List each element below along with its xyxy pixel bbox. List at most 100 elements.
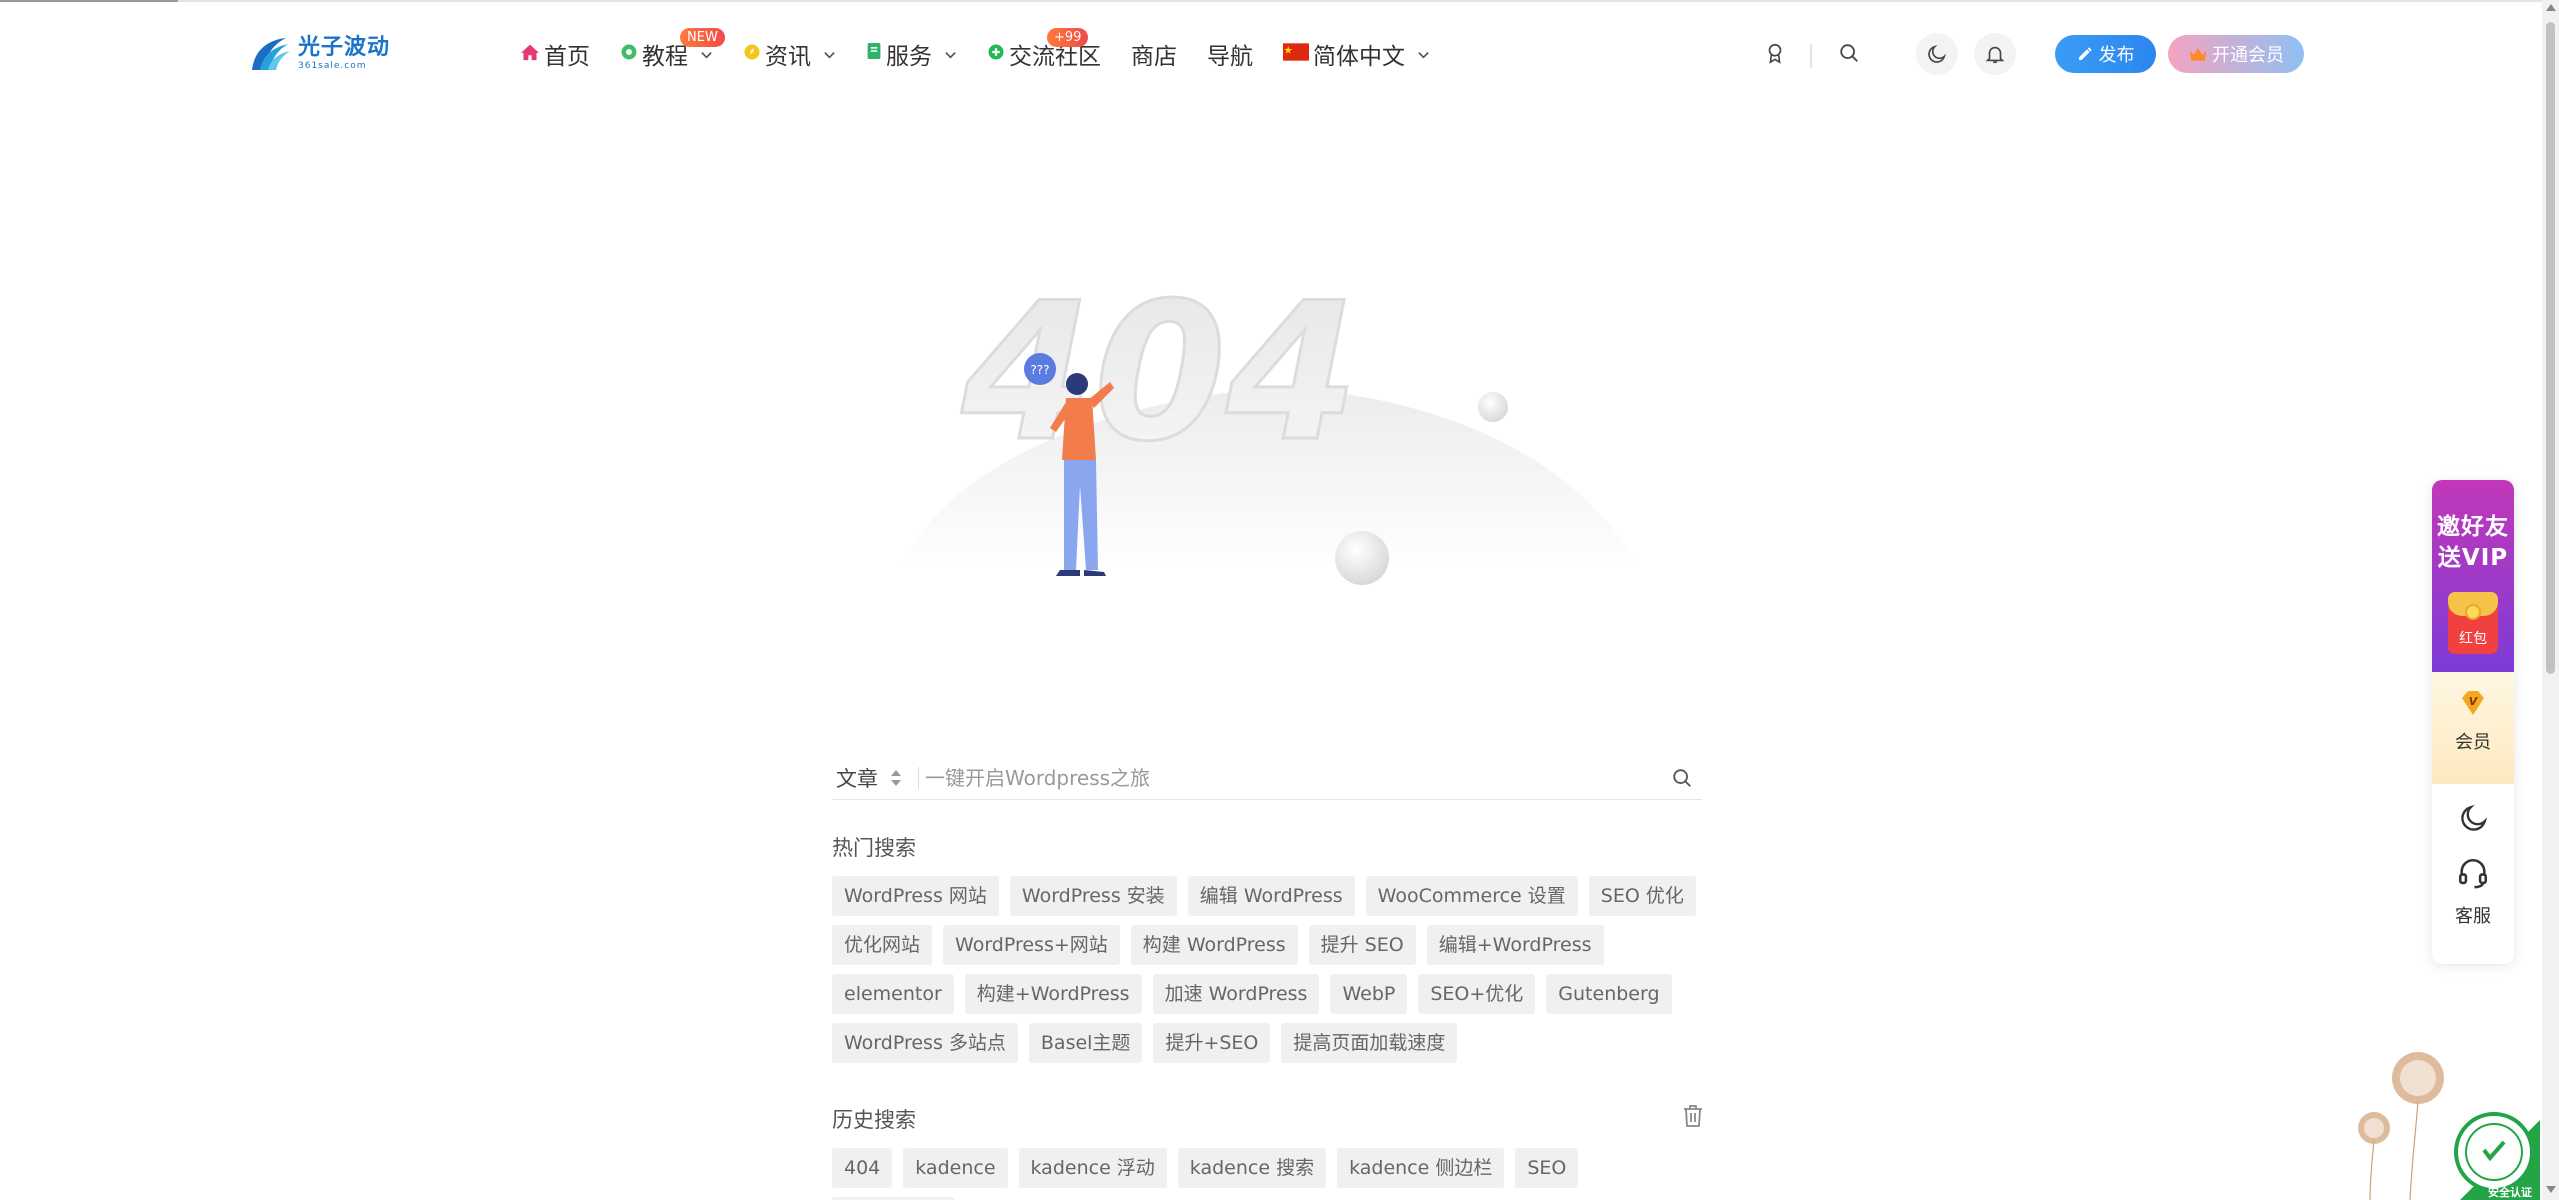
customer-service-label: 客服 xyxy=(2455,906,2491,927)
notifications-button[interactable] xyxy=(1974,33,2016,75)
search-tag[interactable]: 404 xyxy=(832,1148,893,1188)
crown-icon xyxy=(2189,48,2207,61)
search-icon xyxy=(1673,768,1691,787)
site-header: 光子波动 361sale.com 首页 教程 NEW 资讯 服务 交流社区 +99 商店 导航 简… xyxy=(0,2,2540,102)
search-tag[interactable]: WordPress 多站点 xyxy=(832,1023,1018,1063)
nav-badge: NEW xyxy=(680,28,725,47)
search-tag[interactable]: SEO xyxy=(1515,1148,1579,1188)
search-tag[interactable]: 提升+SEO xyxy=(1153,1023,1271,1063)
search-tag[interactable]: WordPress+网站 xyxy=(943,925,1120,965)
publish-button[interactable]: 发布 xyxy=(2055,35,2156,73)
nav-item-4[interactable]: 交流社区 +99 xyxy=(987,28,1101,71)
nav-item-label: 首页 xyxy=(544,44,590,70)
member-label: 会员 xyxy=(2455,732,2491,753)
hot-search-tags: WordPress 网站 WordPress 安装 编辑 WordPress WooC… xyxy=(832,876,1712,1063)
scrollbar-thumb[interactable] xyxy=(2546,22,2555,674)
hot-search-title: 热门搜索 xyxy=(832,836,916,860)
chevron-down-icon xyxy=(1405,41,1430,67)
red-envelope-label: 红包 xyxy=(2459,631,2487,647)
search-tag[interactable]: kadence 搜索 xyxy=(1177,1148,1327,1188)
nav-item-6[interactable]: 导航 xyxy=(1207,37,1253,71)
vip-gem-icon: V xyxy=(2462,691,2484,715)
search-tag[interactable]: 优化网站 xyxy=(832,925,933,965)
open-vip-button[interactable]: 开通会员 xyxy=(2168,35,2304,73)
scroll-up-arrow[interactable] xyxy=(2546,4,2556,11)
floating-side-panel: 邀好友送VIP 红包 V 会员 客服 xyxy=(2432,480,2514,964)
nav-item-2[interactable]: 资讯 xyxy=(743,37,836,71)
main-nav: 首页 教程 NEW 资讯 服务 交流社区 +99 商店 导航 简体中文 xyxy=(520,28,1460,74)
sort-arrows-icon xyxy=(891,769,901,786)
pencil-icon xyxy=(2078,47,2092,60)
theme-toggle-button[interactable] xyxy=(2458,802,2490,834)
search-input[interactable] xyxy=(925,765,1662,790)
search-type-label: 文章 xyxy=(836,766,878,791)
search-tag[interactable]: 加速 WordPress xyxy=(1152,974,1320,1014)
small-sphere xyxy=(1478,392,1508,422)
search-tag[interactable]: WordPress 安装 xyxy=(1009,876,1177,916)
large-sphere xyxy=(1335,531,1389,585)
scroll-down-arrow[interactable] xyxy=(2546,1186,2556,1193)
logo-mark-icon xyxy=(252,38,290,70)
dark-mode-toggle[interactable] xyxy=(1916,33,1958,75)
trash-icon xyxy=(1684,1105,1702,1127)
nav-item-label: 简体中文 xyxy=(1313,44,1405,70)
bell-icon xyxy=(1985,46,2005,64)
search-tag[interactable]: kadence 浮动 xyxy=(1018,1148,1167,1188)
badge-medal-icon[interactable] xyxy=(1760,38,1790,68)
search-tag[interactable]: kadence 侧边栏 xyxy=(1337,1148,1505,1188)
header-divider xyxy=(1810,44,1812,68)
nav-item-5[interactable]: 商店 xyxy=(1131,37,1177,71)
history-search-tags: 404 kadence kadence 浮动 kadence 搜索 kadence 侧边… xyxy=(832,1148,1712,1200)
search-tag[interactable]: kadence xyxy=(903,1148,1008,1188)
red-envelope-icon: 红包 xyxy=(2448,592,2498,654)
page-scrollbar[interactable] xyxy=(2542,0,2559,1200)
security-certification-seal[interactable]: 安全认证 xyxy=(2440,1100,2540,1200)
nav-item-7[interactable]: 简体中文 xyxy=(1283,37,1430,71)
chevron-down-icon xyxy=(932,41,957,67)
search-tag[interactable]: 编辑 WordPress xyxy=(1187,876,1355,916)
search-tag[interactable]: WooCommerce 设置 xyxy=(1365,876,1578,916)
moon-icon xyxy=(1928,44,1947,63)
nav-item-1[interactable]: 教程 NEW xyxy=(620,28,725,71)
nav-item-0[interactable]: 首页 xyxy=(520,37,590,71)
search-submit-button[interactable] xyxy=(1662,758,1702,798)
open-vip-label: 开通会员 xyxy=(2212,45,2284,66)
search-tag[interactable]: WordPress 网站 xyxy=(832,876,999,916)
search-bar: 文章 xyxy=(832,756,1702,800)
search-type-select[interactable]: 文章 xyxy=(832,763,912,793)
search-tag[interactable]: 构建 WordPress xyxy=(1130,925,1298,965)
member-button[interactable]: V 会员 xyxy=(2432,672,2514,784)
logo-name: 光子波动 xyxy=(298,35,391,60)
clear-history-button[interactable] xyxy=(1682,1104,1706,1130)
search-tag[interactable]: elementor xyxy=(832,974,954,1014)
headset-icon xyxy=(2458,859,2488,889)
invite-line-1: 邀好友 xyxy=(2437,514,2509,540)
nav-badge: +99 xyxy=(1047,28,1089,47)
search-tag[interactable]: Basel主题 xyxy=(1028,1023,1143,1063)
search-tag[interactable]: 编辑+WordPress xyxy=(1426,925,1604,965)
search-tag[interactable]: 构建+WordPress xyxy=(964,974,1142,1014)
nav-item-3[interactable]: 服务 xyxy=(866,37,957,71)
search-tag[interactable]: 提高页面加载速度 xyxy=(1281,1023,1458,1063)
search-tag[interactable]: SEO 优化 xyxy=(1588,876,1696,916)
search-tag[interactable]: Gutenberg xyxy=(1546,974,1672,1014)
china-flag-icon xyxy=(1283,41,1309,67)
nav-item-label: 导航 xyxy=(1207,44,1253,70)
error-code: 404 xyxy=(961,270,1359,483)
seal-label: 安全认证 xyxy=(2488,1186,2532,1199)
invite-line-2: 送VIP xyxy=(2437,545,2509,571)
search-tag[interactable]: SEO+优化 xyxy=(1418,974,1536,1014)
compass-icon xyxy=(743,41,761,67)
invite-friends-banner[interactable]: 邀好友送VIP 红包 xyxy=(2432,480,2514,672)
customer-service-button[interactable]: 客服 xyxy=(2432,856,2514,946)
nav-item-label: 服务 xyxy=(886,44,932,70)
search-tag[interactable]: 提升 SEO xyxy=(1308,925,1416,965)
history-search-title: 历史搜索 xyxy=(832,1108,916,1132)
nav-item-label: 资讯 xyxy=(765,44,811,70)
search-tag[interactable]: WebP xyxy=(1330,974,1408,1014)
svg-text:V: V xyxy=(2469,695,2479,708)
publish-label: 发布 xyxy=(2098,45,2135,66)
search-divider xyxy=(918,766,919,789)
search-icon[interactable] xyxy=(1834,38,1864,68)
site-logo[interactable]: 光子波动 361sale.com xyxy=(248,32,400,76)
